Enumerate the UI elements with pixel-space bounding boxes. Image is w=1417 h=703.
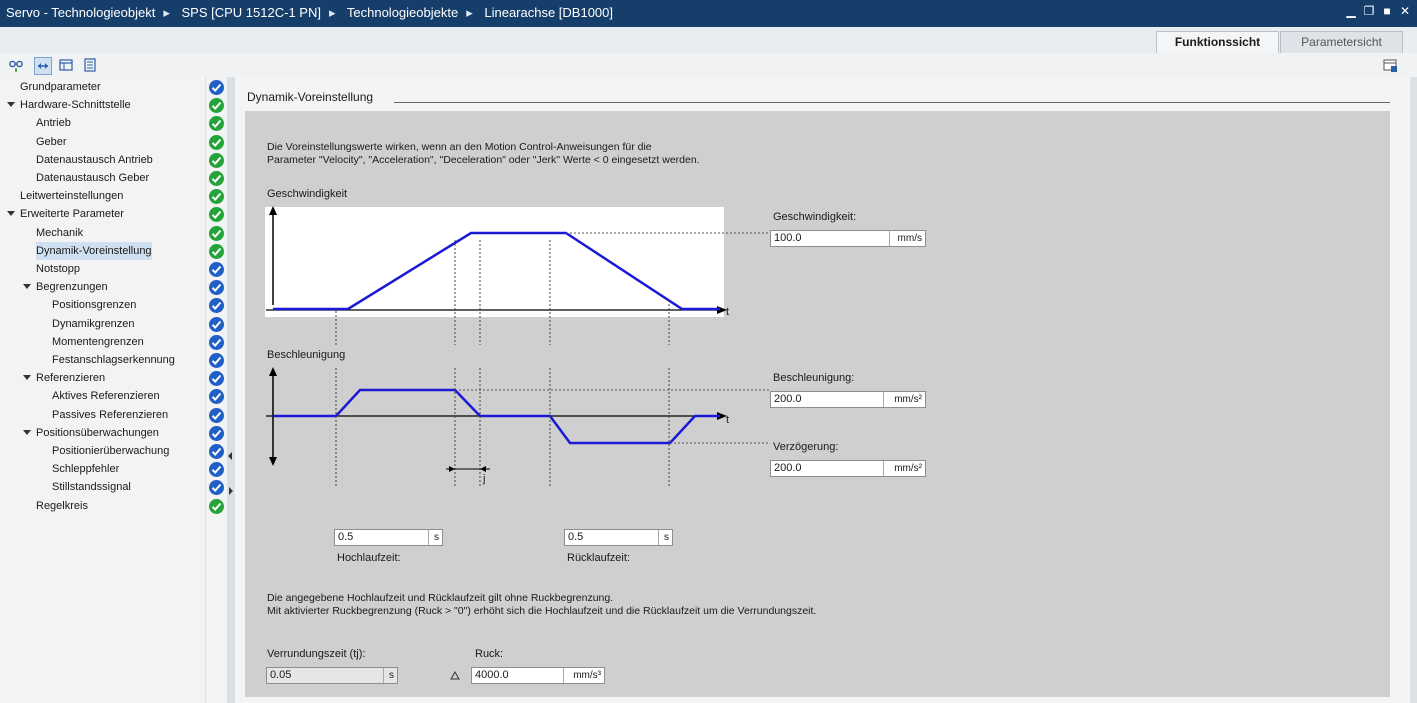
deceleration-value: 200.0 xyxy=(774,462,802,474)
accel-y-down-arrow-icon xyxy=(269,457,277,466)
acceleration-label: Beschleunigung: xyxy=(773,372,855,384)
time-markers xyxy=(335,240,670,488)
acceleration-value: 200.0 xyxy=(774,393,802,405)
jerk-unit: mm/s³ xyxy=(573,670,601,681)
velocity-input[interactable]: 100.0 mm/s xyxy=(770,230,926,247)
warning-triangle-icon xyxy=(450,670,460,680)
accel-t-label: t xyxy=(726,414,730,426)
ramp-up-time-label: Hochlaufzeit: xyxy=(337,552,401,564)
deceleration-unit: mm/s² xyxy=(894,463,922,474)
diagram-overlay xyxy=(266,206,770,680)
acceleration-input[interactable]: 200.0 mm/s² xyxy=(770,391,926,408)
jerk-value: 4000.0 xyxy=(475,669,509,681)
ramp-up-time-unit: s xyxy=(434,532,439,543)
ramp-down-time-value: 0.5 xyxy=(568,531,584,543)
velocity-label: Geschwindigkeit: xyxy=(773,211,857,223)
velocity-t-label: t xyxy=(726,306,730,318)
acceleration-unit: mm/s² xyxy=(894,394,922,405)
ramp-up-time-value: 0.5 xyxy=(338,531,354,543)
note-line2: Mit aktivierter Ruckbegrenzung (Ruck > "… xyxy=(267,605,817,617)
smoothing-time-input[interactable]: 0.05 s xyxy=(266,667,398,684)
smoothing-time-label: Verrundungszeit (tj): xyxy=(267,648,366,660)
tj-arrow-left-icon xyxy=(449,466,455,472)
smoothing-time-value: 0.05 xyxy=(270,669,292,681)
ramp-down-time-unit: s xyxy=(664,532,669,543)
deceleration-label: Verzögerung: xyxy=(773,441,839,453)
jerk-input[interactable]: 4000.0 mm/s³ xyxy=(471,667,605,684)
tj-label: j xyxy=(483,473,486,485)
velocity-value: 100.0 xyxy=(774,232,802,244)
accel-y-up-arrow-icon xyxy=(269,367,277,376)
ramp-down-time-label: Rücklaufzeit: xyxy=(567,552,630,564)
ramp-down-time-input[interactable]: 0.5 s xyxy=(564,529,673,546)
smoothing-time-unit: s xyxy=(389,670,394,681)
velocity-y-arrow-icon xyxy=(269,206,277,215)
jerk-label: Ruck: xyxy=(475,648,504,660)
ramp-up-time-input[interactable]: 0.5 s xyxy=(334,529,443,546)
accel-plot-title: Beschleunigung xyxy=(267,349,346,361)
velocity-curve xyxy=(273,231,720,311)
deceleration-input[interactable]: 200.0 mm/s² xyxy=(770,460,926,477)
note-line1: Die angegebene Hochlaufzeit und Rücklauf… xyxy=(267,592,614,604)
velocity-unit: mm/s xyxy=(897,233,922,244)
tj-arrow-right-icon xyxy=(480,466,486,472)
